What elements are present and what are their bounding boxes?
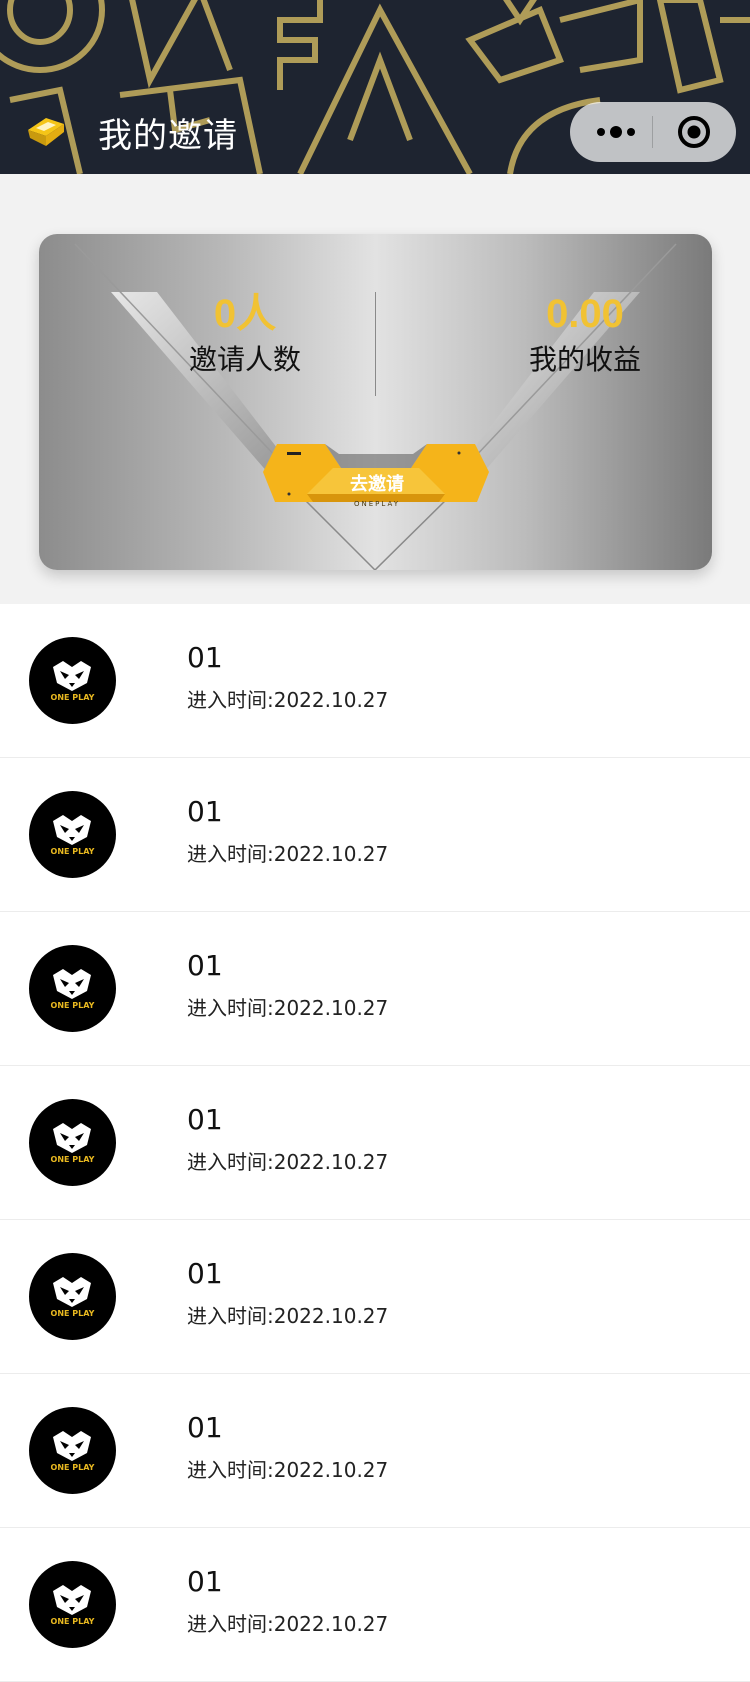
avatar: ONE PLAY — [29, 637, 116, 724]
avatar-brand: ONE PLAY — [51, 1463, 95, 1472]
record-name: 01 — [187, 641, 223, 674]
avatar: ONE PLAY — [29, 945, 116, 1032]
avatar-brand: ONE PLAY — [51, 1617, 95, 1626]
back-arrow-icon[interactable] — [26, 110, 66, 150]
list-item[interactable]: ONE PLAY 01 进入时间:2022.10.27 — [0, 604, 750, 758]
earnings-label: 我的收益 — [528, 343, 641, 376]
oneplay-logo-icon: ONE PLAY — [51, 1585, 95, 1626]
page-title: 我的邀请 — [98, 116, 238, 156]
avatar: ONE PLAY — [29, 791, 116, 878]
target-close-icon[interactable] — [676, 114, 712, 150]
oneplay-logo-icon: ONE PLAY — [51, 1431, 95, 1472]
record-name: 01 — [187, 1411, 223, 1444]
record-time: 进入时间:2022.10.27 — [187, 1304, 389, 1328]
oneplay-logo-icon: ONE PLAY — [51, 661, 95, 702]
record-time: 进入时间:2022.10.27 — [187, 1150, 389, 1174]
list-item[interactable]: ONE PLAY 01 进入时间:2022.10.27 — [0, 1220, 750, 1374]
mini-program-capsule — [570, 102, 736, 162]
record-name: 01 — [187, 1257, 223, 1290]
record-name: 01 — [187, 1103, 223, 1136]
record-time: 进入时间:2022.10.27 — [187, 996, 389, 1020]
list-item[interactable]: ONE PLAY 01 进入时间:2022.10.27 — [0, 1528, 750, 1682]
record-time: 进入时间:2022.10.27 — [187, 842, 389, 866]
invite-record-list: ONE PLAY 01 进入时间:2022.10.27 ONE PLAY 01 … — [0, 604, 750, 1682]
capsule-divider — [652, 116, 653, 148]
invite-summary-card: 0人 邀请人数 0.00 我的收益 去邀请 ONEPLAY — [39, 234, 712, 570]
list-item[interactable]: ONE PLAY 01 进入时间:2022.10.27 — [0, 1066, 750, 1220]
list-item[interactable]: ONE PLAY 01 进入时间:2022.10.27 — [0, 912, 750, 1066]
oneplay-logo-icon: ONE PLAY — [51, 1277, 95, 1318]
record-time: 进入时间:2022.10.27 — [187, 688, 389, 712]
record-name: 01 — [187, 1565, 223, 1598]
avatar-brand: ONE PLAY — [51, 847, 95, 856]
record-time: 进入时间:2022.10.27 — [187, 1458, 389, 1482]
invite-count-label: 邀请人数 — [188, 343, 301, 376]
avatar-brand: ONE PLAY — [51, 1309, 95, 1318]
oneplay-logo-icon: ONE PLAY — [51, 815, 95, 856]
avatar: ONE PLAY — [29, 1253, 116, 1340]
earnings-stat: 0.00 我的收益 — [465, 290, 705, 380]
avatar: ONE PLAY — [29, 1561, 116, 1648]
earnings-value: 0.00 — [546, 292, 624, 336]
list-item[interactable]: ONE PLAY 01 进入时间:2022.10.27 — [0, 1374, 750, 1528]
avatar: ONE PLAY — [29, 1407, 116, 1494]
record-time: 进入时间:2022.10.27 — [187, 1612, 389, 1636]
avatar-brand: ONE PLAY — [51, 1001, 95, 1010]
avatar-brand: ONE PLAY — [51, 1155, 95, 1164]
record-name: 01 — [187, 795, 223, 828]
more-dots-icon[interactable] — [594, 120, 638, 144]
invite-count-value: 0人 — [213, 292, 277, 336]
oneplay-logo-icon: ONE PLAY — [51, 969, 95, 1010]
record-name: 01 — [187, 949, 223, 982]
oneplay-logo-icon: ONE PLAY — [51, 1123, 95, 1164]
avatar: ONE PLAY — [29, 1099, 116, 1186]
invite-count-stat: 0人 邀请人数 — [125, 290, 365, 380]
card-decoration — [74, 243, 677, 570]
invite-button-label[interactable]: 去邀请 — [307, 474, 447, 496]
avatar-brand: ONE PLAY — [51, 693, 95, 702]
stat-divider — [375, 292, 376, 396]
list-item[interactable]: ONE PLAY 01 进入时间:2022.10.27 — [0, 758, 750, 912]
nav-bar: 我的邀请 — [0, 0, 750, 174]
invite-button-brand: ONEPLAY — [354, 500, 400, 508]
